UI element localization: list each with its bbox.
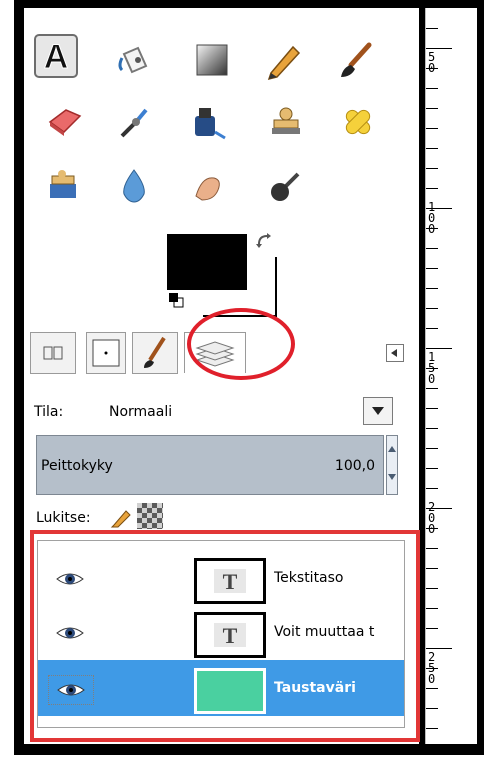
chevron-down-icon (372, 407, 384, 415)
layer-row-selected[interactable]: Taustaväri (38, 660, 404, 716)
tab-tool-options[interactable] (30, 332, 76, 374)
eye-icon[interactable] (48, 565, 92, 593)
ruler-label-50: 50 (428, 50, 436, 75)
triangle-left-icon (391, 349, 397, 357)
spinner-up-icon[interactable] (388, 446, 396, 452)
eye-icon[interactable] (48, 619, 92, 647)
dodge-burn-icon[interactable] (262, 164, 306, 208)
ruler-label-250: 250 (428, 650, 436, 686)
bucket-fill-icon[interactable] (112, 38, 156, 82)
tab-menu-button[interactable] (386, 344, 404, 362)
vertical-ruler: 50 100 150 200 250 (425, 8, 477, 744)
opacity-spinner[interactable] (386, 435, 398, 495)
lock-alpha-icon[interactable] (137, 503, 163, 529)
clone-stamp-icon[interactable] (264, 100, 308, 144)
svg-text:T: T (223, 623, 238, 648)
svg-text:A: A (44, 39, 69, 73)
eraser-icon[interactable] (42, 100, 86, 144)
opacity-label: Peittokyky (41, 458, 113, 474)
opacity-value: 100,0 (334, 458, 375, 474)
lock-label: Lukitse: (36, 510, 91, 526)
perspective-clone-icon[interactable] (40, 164, 84, 208)
ruler-label-150: 150 (428, 350, 436, 386)
smudge-icon[interactable] (186, 164, 230, 208)
airbrush-icon[interactable] (112, 100, 156, 144)
text-layer-icon: T (214, 569, 246, 594)
spinner-down-icon[interactable] (388, 474, 396, 480)
ruler-label-200: 200 (428, 500, 436, 536)
paint-icon (144, 336, 166, 368)
text-layer-icon: T (214, 623, 246, 648)
mode-value[interactable]: Normaali (109, 404, 172, 420)
text-layer-thumbnail: T (194, 612, 266, 658)
text-layer-thumbnail: T (194, 558, 266, 604)
brushes-icon (92, 339, 120, 367)
ruler-label-100: 100 (428, 200, 436, 236)
layer-name: Taustaväri (274, 680, 356, 696)
layer-name: Tekstitaso (274, 570, 344, 586)
text-tool-icon[interactable]: A (34, 34, 78, 78)
ink-icon[interactable] (186, 100, 230, 144)
layer-name: Voit muuttaa t (274, 624, 375, 640)
layer-row[interactable]: T Tekstitaso (38, 550, 404, 606)
svg-text:T: T (223, 569, 238, 594)
tab-brushes[interactable] (86, 332, 126, 374)
swap-colors-icon[interactable] (255, 232, 275, 256)
heal-icon[interactable] (336, 100, 380, 144)
fill-layer-thumbnail (194, 668, 266, 714)
foreground-color-swatch[interactable] (167, 234, 247, 290)
blend-gradient-icon[interactable] (190, 38, 234, 82)
highlight-circle (187, 308, 295, 380)
default-colors-icon[interactable] (168, 292, 184, 308)
tool-options-icon (43, 346, 63, 360)
pencil-icon[interactable] (262, 38, 306, 82)
blur-icon[interactable] (112, 164, 156, 208)
lock-pixels-icon[interactable] (110, 505, 134, 529)
eye-icon[interactable] (48, 675, 94, 705)
mode-dropdown-button[interactable] (363, 397, 393, 425)
tab-paint[interactable] (132, 332, 178, 374)
layer-row[interactable]: T Voit muuttaa t (38, 604, 404, 660)
paintbrush-icon[interactable] (334, 38, 378, 82)
mode-label: Tila: (34, 404, 64, 420)
opacity-slider[interactable]: Peittokyky 100,0 (36, 435, 384, 495)
